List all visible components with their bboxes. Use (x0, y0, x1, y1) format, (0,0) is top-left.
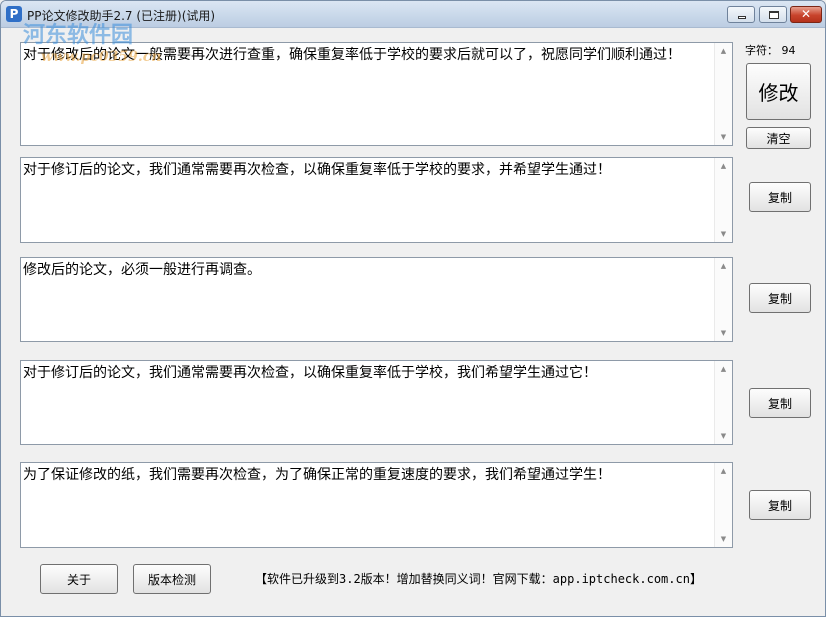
result-text-1: 对于修订后的论文，我们通常需要再次检查，以确保重复率低于学校的要求，并希望学生通… (23, 162, 611, 178)
result-scrollbar-2[interactable]: ▲ ▼ (714, 258, 732, 341)
upgrade-notice: 【软件已升级到3.2版本！增加替换同义词！官网下载：app.iptcheck.c… (255, 572, 702, 586)
arrow-down-icon[interactable]: ▼ (715, 429, 732, 443)
arrow-down-icon[interactable]: ▼ (715, 326, 732, 340)
result-scrollbar-3[interactable]: ▲ ▼ (714, 361, 732, 444)
minimize-icon (728, 7, 754, 22)
close-icon: ✕ (800, 7, 812, 21)
result-text-3: 对于修订后的论文，我们通常需要再次检查，以确保重复率低于学校，我们希望学生通过它… (23, 365, 597, 381)
version-check-button[interactable]: 版本检测 (133, 564, 211, 594)
arrow-down-icon[interactable]: ▼ (715, 532, 732, 546)
copy-button-3[interactable]: 复制 (749, 388, 811, 418)
window-title: PP论文修改助手2.7 (已注册)(试用) (27, 9, 216, 23)
pp-logo-icon: P (6, 6, 22, 22)
input-scrollbar[interactable]: ▲ ▼ (714, 43, 732, 145)
modify-button[interactable]: 修改 (746, 63, 811, 120)
result-textarea-1[interactable]: 对于修订后的论文，我们通常需要再次检查，以确保重复率低于学校的要求，并希望学生通… (20, 157, 733, 243)
arrow-up-icon[interactable]: ▲ (715, 159, 732, 173)
result-scrollbar-1[interactable]: ▲ ▼ (714, 158, 732, 242)
copy-button-1[interactable]: 复制 (749, 182, 811, 212)
input-textarea[interactable]: 对于修改后的论文一般需要再次进行查重，确保重复率低于学校的要求后就可以了，祝愿同… (20, 42, 733, 146)
copy-button-2[interactable]: 复制 (749, 283, 811, 313)
result-text-2: 修改后的论文，必须一般进行再调查。 (23, 262, 261, 278)
minimize-button[interactable] (727, 6, 755, 23)
char-count-value: 94 (781, 44, 796, 57)
result-text-4: 为了保证修改的纸，我们需要再次检查，为了确保正常的重复速度的要求，我们希望通过学… (23, 467, 611, 483)
arrow-up-icon[interactable]: ▲ (715, 464, 732, 478)
arrow-up-icon[interactable]: ▲ (715, 362, 732, 376)
arrow-up-icon[interactable]: ▲ (715, 259, 732, 273)
char-count: 字符： 94 (745, 42, 796, 58)
result-textarea-2[interactable]: 修改后的论文，必须一般进行再调查。 ▲ ▼ (20, 257, 733, 342)
result-textarea-3[interactable]: 对于修订后的论文，我们通常需要再次检查，以确保重复率低于学校，我们希望学生通过它… (20, 360, 733, 445)
input-text: 对于修改后的论文一般需要再次进行查重，确保重复率低于学校的要求后就可以了，祝愿同… (23, 47, 681, 63)
title-bar[interactable]: P PP论文修改助手2.7 (已注册)(试用) ✕ (1, 1, 825, 28)
about-button[interactable]: 关于 (40, 564, 118, 594)
result-textarea-4[interactable]: 为了保证修改的纸，我们需要再次检查，为了确保正常的重复速度的要求，我们希望通过学… (20, 462, 733, 548)
app-window: P PP论文修改助手2.7 (已注册)(试用) ✕ 对于修改后的论文一般需要再次… (0, 0, 826, 617)
arrow-down-icon[interactable]: ▼ (715, 227, 732, 241)
close-button[interactable]: ✕ (790, 6, 822, 23)
char-count-label: 字符： (745, 44, 778, 57)
maximize-icon (760, 7, 786, 22)
result-scrollbar-4[interactable]: ▲ ▼ (714, 463, 732, 547)
arrow-down-icon[interactable]: ▼ (715, 130, 732, 144)
arrow-up-icon[interactable]: ▲ (715, 44, 732, 58)
copy-button-4[interactable]: 复制 (749, 490, 811, 520)
maximize-button[interactable] (759, 6, 787, 23)
clear-button[interactable]: 清空 (746, 127, 811, 149)
